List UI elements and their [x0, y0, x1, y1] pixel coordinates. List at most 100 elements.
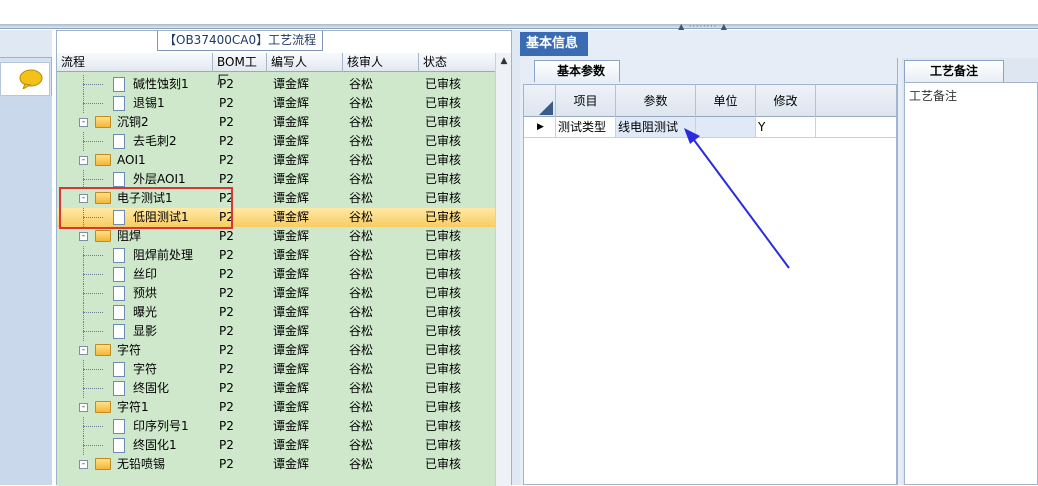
collapse-toggle-icon[interactable]: -: [79, 403, 88, 412]
params-column-unit[interactable]: 单位: [696, 85, 756, 117]
writer-cell: 谭金辉: [273, 115, 310, 129]
params-column-modify[interactable]: 修改: [756, 85, 816, 117]
tree-node-label: 沉铜2: [117, 115, 149, 129]
param-item-cell[interactable]: 测试类型: [556, 117, 616, 137]
process-remark-field[interactable]: 工艺备注: [904, 82, 1038, 485]
tree-node-label: 丝印: [133, 267, 158, 281]
folder-icon: [95, 458, 111, 470]
status-cell: 已审核: [425, 457, 462, 471]
annotation-highlight-box: [59, 187, 233, 229]
reviewer-cell: 谷松: [349, 362, 374, 376]
status-cell: 已审核: [425, 115, 462, 129]
tree-connector: [83, 103, 103, 104]
param-value-cell[interactable]: 线电阻测试: [616, 117, 696, 137]
tree-node-label: 阻焊: [117, 229, 142, 243]
tree-item-row[interactable]: 退锡1 P2 谭金辉 谷松 已审核: [57, 94, 495, 113]
scroll-up-icon[interactable]: ▲: [496, 53, 512, 69]
param-modify-cell[interactable]: Y: [756, 117, 816, 137]
collapse-toggle-icon[interactable]: -: [79, 118, 88, 127]
writer-cell: 谭金辉: [273, 419, 310, 433]
document-icon: [113, 77, 125, 92]
bom-cell: P2: [219, 457, 234, 471]
tree-item-row[interactable]: 显影 P2 谭金辉 谷松 已审核: [57, 322, 495, 341]
params-row[interactable]: ▶ 测试类型 线电阻测试 Y: [524, 117, 896, 138]
column-header-reviewer[interactable]: 核审人: [343, 53, 419, 72]
bom-cell: P2: [219, 324, 234, 338]
tree-folder-row[interactable]: - 阻焊 P2 谭金辉 谷松 已审核: [57, 227, 495, 246]
column-header-bom[interactable]: BOM工厂: [213, 53, 267, 87]
tree-node-label: 终固化: [133, 381, 170, 395]
tree-folder-row[interactable]: - 字符 P2 谭金辉 谷松 已审核: [57, 341, 495, 360]
bom-cell: P2: [219, 362, 234, 376]
column-header-writer[interactable]: 编写人: [267, 53, 343, 72]
column-header-status[interactable]: 状态: [419, 53, 495, 72]
document-icon: [113, 248, 125, 263]
tree-item-row[interactable]: 印序列号1 P2 谭金辉 谷松 已审核: [57, 417, 495, 436]
top-strip: [0, 0, 1038, 24]
document-icon: [113, 96, 125, 111]
reviewer-cell: 谷松: [349, 267, 374, 281]
tree-item-row[interactable]: 去毛刺2 P2 谭金辉 谷松 已审核: [57, 132, 495, 151]
params-column-param[interactable]: 参数: [616, 85, 696, 117]
tree-node-label: 去毛刺2: [133, 134, 177, 148]
bom-cell: P2: [219, 438, 234, 452]
tree-item-row[interactable]: 预烘 P2 谭金辉 谷松 已审核: [57, 284, 495, 303]
writer-cell: 谭金辉: [273, 400, 310, 414]
tree-item-row[interactable]: 碱性蚀刻1 P2 谭金辉 谷松 已审核: [57, 75, 495, 94]
tree-connector: [83, 179, 103, 180]
writer-cell: 谭金辉: [273, 153, 310, 167]
reviewer-cell: 谷松: [349, 438, 374, 452]
folder-icon: [95, 344, 111, 356]
reviewer-cell: 谷松: [349, 305, 374, 319]
status-cell: 已审核: [425, 267, 462, 281]
reviewer-cell: 谷松: [349, 191, 374, 205]
chat-bubble-icon[interactable]: [19, 69, 43, 89]
corner-triangle-icon: [539, 101, 553, 115]
tree-item-row[interactable]: 终固化1 P2 谭金辉 谷松 已审核: [57, 436, 495, 455]
folder-icon: [95, 401, 111, 413]
params-grid-header: 项目 参数 单位 修改: [524, 85, 896, 117]
param-unit-cell[interactable]: [696, 117, 756, 137]
reviewer-cell: 谷松: [349, 210, 374, 224]
bom-cell: P2: [219, 419, 234, 433]
tab-basic-params[interactable]: 基本参数: [534, 60, 620, 82]
bom-cell: P2: [219, 115, 234, 129]
reviewer-cell: 谷松: [349, 324, 374, 338]
reviewer-cell: 谷松: [349, 400, 374, 414]
params-column-item[interactable]: 项目: [556, 85, 616, 117]
collapse-toggle-icon[interactable]: -: [79, 460, 88, 469]
collapse-toggle-icon[interactable]: -: [79, 156, 88, 165]
basic-info-body: 基本参数 项目 参数 单位 修改 ▶ 测试类型 线电阻测试 Y: [520, 58, 898, 485]
document-icon: [113, 362, 125, 377]
writer-cell: 谭金辉: [273, 96, 310, 110]
tree-folder-row[interactable]: - 无铅喷锡 P2 谭金辉 谷松 已审核: [57, 455, 495, 474]
tree-connector: [83, 274, 103, 275]
tree-folder-row[interactable]: - 沉铜2 P2 谭金辉 谷松 已审核: [57, 113, 495, 132]
tree-folder-row[interactable]: - AOI1 P2 谭金辉 谷松 已审核: [57, 151, 495, 170]
tree-item-row[interactable]: 字符 P2 谭金辉 谷松 已审核: [57, 360, 495, 379]
writer-cell: 谭金辉: [273, 172, 310, 186]
tree-folder-row[interactable]: - 字符1 P2 谭金辉 谷松 已审核: [57, 398, 495, 417]
tree-item-row[interactable]: 曝光 P2 谭金辉 谷松 已审核: [57, 303, 495, 322]
tab-process-remark[interactable]: 工艺备注: [904, 60, 1004, 82]
tree-node-label: 印序列号1: [133, 419, 189, 433]
status-cell: 已审核: [425, 172, 462, 186]
row-pointer-icon: ▶: [524, 117, 556, 137]
collapse-toggle-icon[interactable]: -: [79, 232, 88, 241]
process-grid-scrollbar[interactable]: ▲: [495, 53, 511, 486]
left-pane-card[interactable]: [0, 62, 50, 96]
tree-node-label: 显影: [133, 324, 158, 338]
status-cell: 已审核: [425, 362, 462, 376]
status-cell: 已审核: [425, 229, 462, 243]
bom-cell: P2: [219, 400, 234, 414]
tree-item-row[interactable]: 丝印 P2 谭金辉 谷松 已审核: [57, 265, 495, 284]
column-header-process[interactable]: 流程: [57, 53, 213, 72]
tree-item-row[interactable]: 阻焊前处理 P2 谭金辉 谷松 已审核: [57, 246, 495, 265]
tree-item-row[interactable]: 终固化 P2 谭金辉 谷松 已审核: [57, 379, 495, 398]
tab-basic-info[interactable]: 基本信息: [520, 32, 588, 56]
vertical-splitter[interactable]: [512, 30, 520, 485]
writer-cell: 谭金辉: [273, 77, 310, 91]
bom-cell: P2: [219, 134, 234, 148]
collapse-toggle-icon[interactable]: -: [79, 346, 88, 355]
reviewer-cell: 谷松: [349, 134, 374, 148]
